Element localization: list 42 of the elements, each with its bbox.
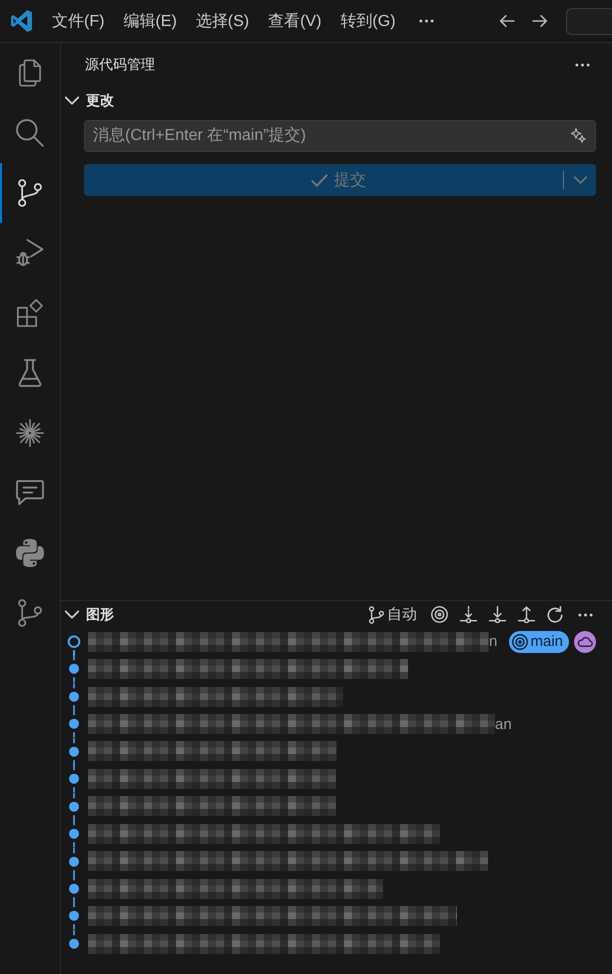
blocks-icon[interactable] — [16, 299, 44, 327]
target-icon[interactable] — [431, 606, 448, 623]
python-logo-icon[interactable] — [16, 539, 44, 567]
menu-item[interactable]: 编辑(E) — [115, 6, 185, 36]
refresh-icon[interactable] — [547, 606, 564, 623]
commit-message-field[interactable]: 消息(Ctrl+Enter 在“main”提交) — [84, 120, 596, 152]
branch-icon — [369, 606, 384, 624]
branch-badge[interactable]: main — [509, 630, 569, 653]
app-logo-icon — [11, 10, 32, 32]
section-header[interactable]: 更改 — [61, 88, 114, 112]
target-icon — [512, 634, 528, 650]
chevron-icon[interactable] — [65, 610, 79, 619]
branch-graph-icon[interactable] — [16, 599, 44, 627]
sparkle-icon[interactable] — [571, 128, 586, 143]
more-icon[interactable] — [418, 19, 434, 23]
branch-icon[interactable] — [16, 179, 44, 207]
menu-item[interactable]: 文件(F) — [44, 6, 112, 36]
chevron-down-icon — [574, 176, 586, 184]
search-icon[interactable] — [16, 119, 44, 147]
back-arrow-icon[interactable] — [499, 15, 515, 27]
more-icon[interactable] — [575, 63, 590, 67]
chevron-icon[interactable] — [65, 96, 79, 105]
menu-item[interactable]: 查看(V) — [260, 6, 330, 36]
commit-text-fragment: n — [489, 633, 498, 650]
flask-icon[interactable] — [16, 359, 44, 387]
branch-filter-button[interactable]: 自动 — [369, 605, 417, 624]
menu-item[interactable]: 选择(S) — [188, 6, 258, 36]
commit-text-fragment: an — [495, 716, 512, 733]
arrow-down-node-icon[interactable] — [489, 606, 506, 623]
command-center-field[interactable] — [566, 8, 612, 34]
check-icon — [311, 174, 328, 186]
arrow-up-node-icon[interactable] — [518, 606, 535, 623]
panel-title: 源代码管理 — [85, 56, 155, 74]
starburst-icon[interactable] — [16, 419, 44, 447]
section-header[interactable]: 图形 — [61, 602, 114, 626]
forward-arrow-icon[interactable] — [532, 15, 548, 27]
more-icon[interactable] — [578, 612, 593, 616]
dashed-arrow-down-icon[interactable] — [460, 606, 477, 623]
menu-item[interactable]: 转到(G) — [332, 6, 404, 36]
play-bug-icon[interactable] — [16, 239, 44, 267]
chat-icon[interactable] — [16, 479, 44, 507]
files-icon[interactable] — [16, 59, 44, 87]
